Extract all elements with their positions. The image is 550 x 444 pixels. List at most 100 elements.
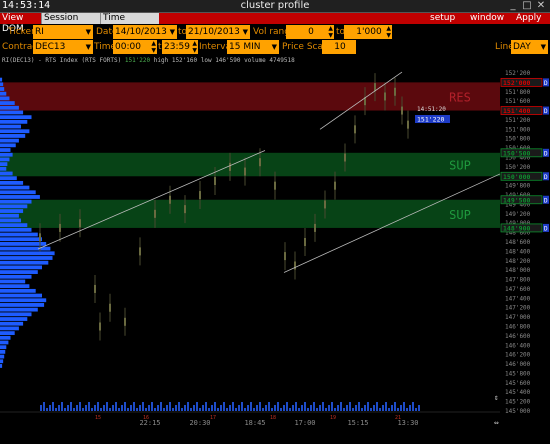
candle-body	[284, 252, 286, 261]
price-tick-label: 148'600	[505, 239, 531, 246]
volume-histogram	[40, 402, 420, 411]
tab-time-interval[interactable]: Time Interval	[100, 13, 159, 34]
volume-bar	[91, 408, 93, 411]
candle-body	[324, 200, 326, 209]
volume-bar	[313, 402, 315, 411]
volume-bar	[85, 405, 87, 411]
price-tick-label: 150'200	[505, 164, 531, 171]
candle-body	[39, 233, 41, 242]
profile-bar	[0, 265, 42, 270]
contract-select[interactable]: DEC13 ▼	[33, 40, 93, 54]
candle-body	[199, 191, 201, 200]
window-menu[interactable]: window	[470, 13, 504, 24]
price-tick-label: 151'800	[505, 89, 531, 96]
date-from-picker[interactable]: 14/10/2013 ▼	[113, 25, 177, 39]
volume-bar	[178, 402, 180, 411]
profile-bar	[0, 298, 47, 303]
volume-bar	[223, 402, 225, 411]
day-mark: 18	[270, 415, 276, 421]
cluster-chart[interactable]: RESSUPSUP152'200152'000151'800151'600151…	[0, 55, 550, 440]
volume-bar	[301, 405, 303, 411]
volume-bar	[349, 402, 351, 411]
volume-bar	[64, 408, 66, 411]
interval-value: 15 MIN	[229, 42, 261, 52]
minimize-icon[interactable]: _	[506, 1, 520, 11]
ticker-select[interactable]: RI ▼	[33, 25, 93, 39]
volume-bar	[163, 408, 165, 411]
line-select[interactable]: DAY ▼	[511, 40, 548, 54]
zone-label: SUP	[449, 159, 471, 173]
line-value: DAY	[513, 42, 531, 52]
profile-bar	[0, 227, 32, 232]
candle-body	[401, 106, 403, 115]
price-tick-label: 148'400	[505, 248, 531, 255]
candle-body	[109, 303, 111, 312]
volume-bar	[160, 402, 162, 411]
interval-select[interactable]: 15 MIN ▼	[227, 40, 279, 54]
volume-bar	[73, 408, 75, 411]
volume-bar	[157, 405, 159, 411]
profile-bar	[0, 77, 3, 82]
volume-bar	[262, 408, 264, 411]
profile-bar	[0, 307, 38, 312]
setup-menu[interactable]: setup	[430, 13, 455, 24]
chevron-down-icon: ▼	[540, 43, 546, 51]
profile-bar	[0, 87, 5, 91]
volume-bar	[250, 402, 252, 411]
zone-label: RES	[449, 90, 471, 104]
profile-bar	[0, 91, 7, 96]
tab-session-hours[interactable]: Session Hours	[41, 13, 102, 34]
volume-bar	[406, 408, 408, 411]
candle-body	[169, 195, 171, 204]
close-icon[interactable]: ✕	[534, 1, 548, 11]
chevron-down-icon: ▼	[169, 28, 175, 36]
high-label: high 152'160	[153, 57, 198, 64]
profile-bar	[0, 335, 11, 340]
time-to-input[interactable]: 23:59 ▲ ▼	[162, 40, 198, 54]
vol-min-input[interactable]: 0 ▲ ▼	[286, 25, 334, 39]
volume-bar	[274, 405, 276, 411]
chevron-down-icon: ▼	[271, 43, 277, 51]
zoom-out-icon: ⇔	[494, 418, 499, 427]
tab-view-dom[interactable]: View DOM	[0, 13, 42, 34]
volume-bar	[379, 408, 381, 411]
volume-bar	[82, 408, 84, 411]
stepper-icon: ▲ ▼	[386, 25, 391, 39]
price-scale-input[interactable]: 10	[322, 40, 356, 54]
zoom-in-icon: ⇕	[494, 393, 499, 402]
candle-body	[334, 181, 336, 190]
candle-body	[274, 181, 276, 190]
time-tick-label: 18:45	[244, 419, 265, 427]
volume-bar	[76, 405, 78, 411]
volume-bar	[310, 405, 312, 411]
volume-bar	[361, 408, 363, 411]
profile-bar	[0, 124, 21, 129]
time-from-value: 00:00	[115, 42, 141, 52]
maximize-icon[interactable]: □	[520, 1, 534, 11]
candle-body	[139, 247, 141, 256]
vol-max-input[interactable]: 1'000 ▲ ▼	[344, 25, 392, 39]
volume-bar	[112, 405, 114, 411]
apply-button[interactable]: Apply	[516, 13, 541, 24]
level-tag-label: 150'500	[503, 149, 530, 157]
volume-bar	[79, 402, 81, 411]
level-tag-label: 150'000	[503, 173, 530, 181]
volume-bar	[418, 405, 420, 411]
callout-price: 151'220	[417, 116, 444, 124]
candle-body	[59, 223, 61, 232]
volume-bar	[253, 408, 255, 411]
volume-bar	[319, 405, 321, 411]
chart-area[interactable]: RESSUPSUP152'200152'000151'800151'600151…	[0, 55, 550, 440]
profile-bar	[0, 223, 28, 228]
time-from-input[interactable]: 00:00 ▲ ▼	[113, 40, 157, 54]
profile-bar	[0, 82, 4, 87]
volume-bar	[337, 405, 339, 411]
volume-bar	[340, 402, 342, 411]
volume-bar	[307, 408, 309, 411]
price-tick-label: 147'400	[505, 295, 531, 302]
price-tick-label: 145'000	[505, 408, 531, 415]
date-to-picker[interactable]: 21/10/2013 ▼	[186, 25, 250, 39]
profile-bar	[0, 143, 16, 148]
time-tick-label: 15:15	[347, 419, 368, 427]
price-tick-label: 146'200	[505, 352, 531, 359]
